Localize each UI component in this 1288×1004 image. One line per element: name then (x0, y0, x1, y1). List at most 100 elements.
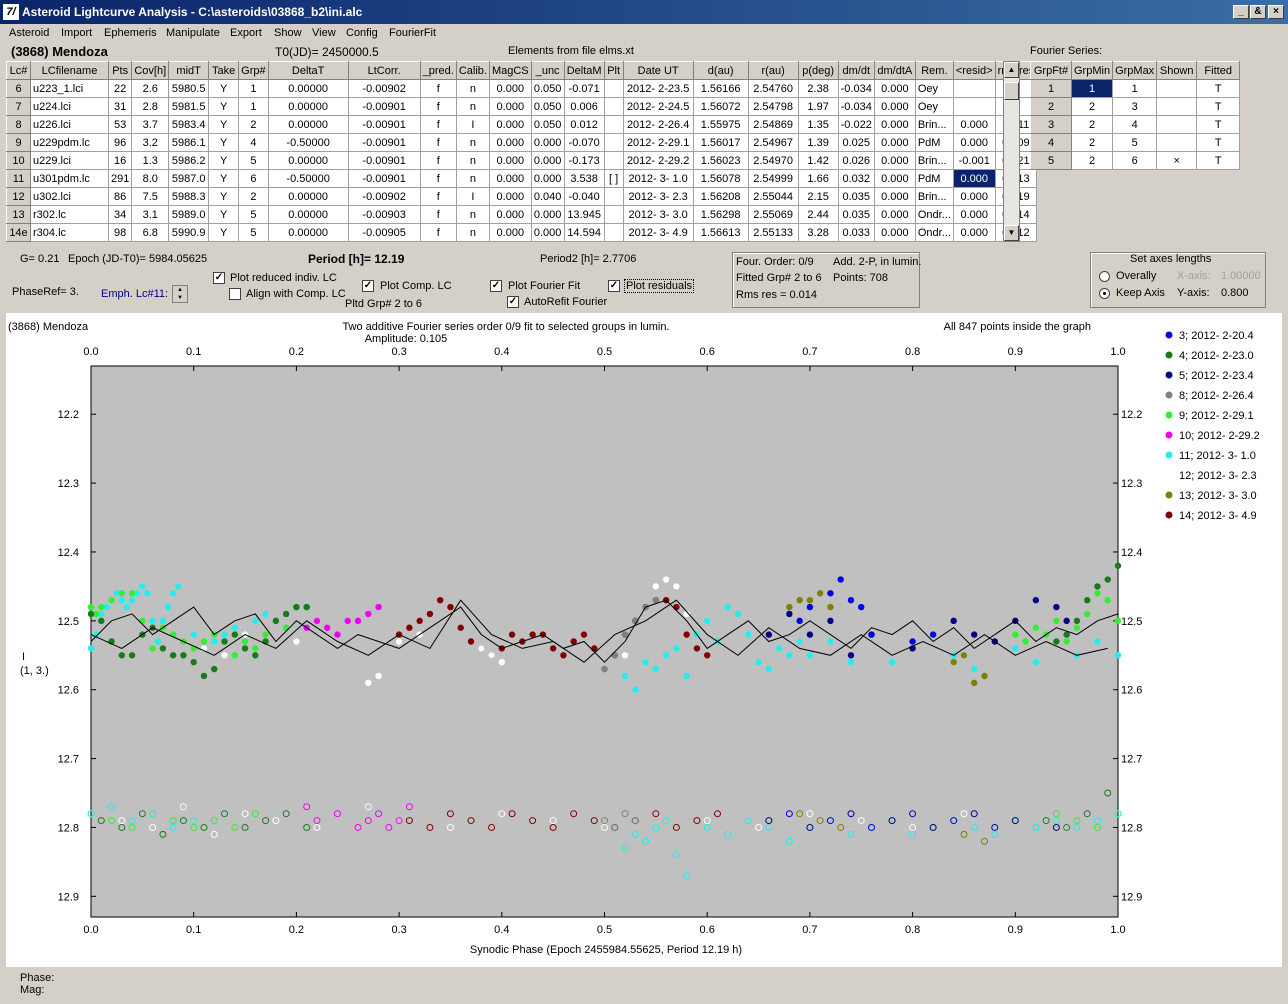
table-cell[interactable]: 5986.1 (168, 133, 210, 152)
table-cell[interactable]: -0.034 (837, 79, 875, 98)
table-cell[interactable]: Ondr... (914, 205, 954, 224)
table-cell[interactable]: 0.00000 (267, 115, 349, 134)
table-cell[interactable] (1156, 133, 1198, 152)
table-row[interactable]: 12 u302.lci 86 7.5 5988.3 Y 2 0.00000 -0.00902 f I… (6, 187, 1038, 206)
table-cell[interactable]: -0.00901 (347, 115, 421, 134)
lc-col-header[interactable]: Plt (603, 61, 624, 80)
lc-col-header[interactable]: DeltaT (267, 61, 349, 80)
close-button[interactable]: × (1268, 5, 1284, 19)
table-cell[interactable]: 6 (238, 169, 269, 188)
table-cell[interactable]: 5 (1112, 133, 1158, 152)
table-cell[interactable]: 0.050 (530, 115, 565, 134)
lc-col-header[interactable]: Take (208, 61, 240, 80)
table-cell[interactable]: Y (208, 205, 240, 224)
table-cell[interactable]: 2.55044 (747, 187, 799, 206)
table-cell[interactable]: 7 (6, 97, 31, 116)
table-cell[interactable]: -0.022 (837, 115, 875, 134)
table-cell[interactable]: -0.040 (563, 187, 605, 206)
lc-col-header[interactable]: r(au) (747, 61, 799, 80)
table-cell[interactable]: 0.000 (530, 151, 565, 170)
lc-col-header[interactable]: MagCS (488, 61, 532, 80)
table-cell[interactable]: 7.5 (131, 187, 170, 206)
table-cell[interactable]: 2 (1030, 97, 1072, 116)
table-cell[interactable]: 1.56208 (692, 187, 749, 206)
table-cell[interactable]: f (419, 205, 457, 224)
autorefit-checkbox[interactable]: ✓ (507, 296, 519, 308)
table-cell[interactable]: -0.00902 (347, 187, 421, 206)
table-cell[interactable] (952, 97, 996, 116)
table-cell[interactable]: 2.44 (797, 205, 839, 224)
table-cell[interactable]: 5989.0 (168, 205, 210, 224)
table-cell[interactable]: 1 (238, 79, 269, 98)
table-cell[interactable]: Y (208, 169, 240, 188)
table-row[interactable]: 7 u224.lci 31 2.8 5981.5 Y 1 0.00000 -0.00901 f n 0… (6, 97, 1038, 116)
table-cell[interactable]: -0.001 (952, 151, 996, 170)
table-row[interactable]: 324 T (1030, 115, 1241, 134)
table-cell[interactable]: 2.55133 (747, 223, 799, 242)
table-cell[interactable]: n (455, 205, 490, 224)
table-cell[interactable]: u224.lci (30, 97, 109, 116)
lc-col-header[interactable]: _pred. (419, 61, 457, 80)
table-cell[interactable]: 0.035 (837, 187, 875, 206)
table-cell[interactable]: 1.56017 (692, 133, 749, 152)
table-cell[interactable]: 1.42 (797, 151, 839, 170)
lc-col-header[interactable]: Rem. (914, 61, 954, 80)
table-cell[interactable]: Y (208, 151, 240, 170)
table-cell[interactable]: 11 (6, 169, 31, 188)
table-cell[interactable]: 1.56023 (692, 151, 749, 170)
table-cell[interactable]: 0.000 (873, 97, 916, 116)
table-row[interactable]: 13 r302.lc 34 3.1 5989.0 Y 5 0.00000 -0.00903 f n 0… (6, 205, 1038, 224)
lightcurve-graph[interactable]: (3868) Mendoza Two additive Fourier serie… (6, 313, 1282, 967)
table-cell[interactable]: -0.00901 (347, 97, 421, 116)
table-cell[interactable]: Brin... (914, 187, 954, 206)
table-cell[interactable]: -0.50000 (267, 133, 349, 152)
table-cell[interactable]: 22 (107, 79, 133, 98)
table-cell[interactable]: 14e (6, 223, 31, 242)
table-cell[interactable]: 31 (107, 97, 133, 116)
restore-button[interactable]: & (1250, 5, 1266, 19)
table-cell[interactable]: 0.000 (952, 187, 996, 206)
table-cell[interactable]: f (419, 97, 457, 116)
table-cell[interactable]: 2 (238, 187, 269, 206)
table-row[interactable]: 6 u223_1.lci 22 2.6 5980.5 Y 1 0.00000 -0.00902 f… (6, 79, 1038, 98)
table-cell[interactable]: Oey (914, 97, 954, 116)
table-cell[interactable]: T (1196, 115, 1241, 134)
table-cell[interactable]: 5 (238, 223, 269, 242)
table-cell[interactable]: 0.000 (873, 79, 916, 98)
table-cell[interactable]: Y (208, 133, 240, 152)
table-cell[interactable]: Oey (914, 79, 954, 98)
table-cell[interactable]: 1.56078 (692, 169, 749, 188)
table-cell[interactable]: 2012- 3- 4.9 (622, 223, 694, 242)
table-cell[interactable]: -0.00901 (347, 169, 421, 188)
table-cell[interactable]: 5983.4 (168, 115, 210, 134)
lc-col-header[interactable]: <resid> (952, 61, 996, 80)
table-cell[interactable]: 2012- 2-29.2 (622, 151, 694, 170)
table-cell[interactable]: T (1196, 151, 1241, 170)
table-cell[interactable]: 2 (1070, 97, 1114, 116)
table-cell[interactable]: 0.000 (488, 133, 532, 152)
table-cell[interactable]: 0.000 (530, 169, 565, 188)
table-cell[interactable]: -0.173 (563, 151, 605, 170)
table-cell[interactable]: T (1196, 97, 1241, 116)
table-cell[interactable]: 98 (107, 223, 133, 242)
lc-col-header[interactable]: dm/dt (837, 61, 875, 80)
table-cell[interactable]: T (1196, 79, 1241, 98)
table-cell[interactable]: 0.000 (873, 133, 916, 152)
table-cell[interactable] (603, 205, 624, 224)
menu-manipulate[interactable]: Manipulate (166, 27, 220, 39)
table-cell[interactable]: 0.040 (530, 187, 565, 206)
table-cell[interactable]: u302.lci (30, 187, 109, 206)
table-cell[interactable]: 0.000 (952, 205, 996, 224)
table-row[interactable]: 14e r304.lc 98 6.8 5990.9 Y 5 0.00000 -0.00905 f n… (6, 223, 1038, 242)
table-cell[interactable] (603, 97, 624, 116)
table-cell[interactable]: n (455, 151, 490, 170)
table-cell[interactable]: 14.594 (563, 223, 605, 242)
table-cell[interactable]: 2 (1070, 151, 1114, 170)
table-cell[interactable]: n (455, 79, 490, 98)
table-cell[interactable]: 0.025 (837, 133, 875, 152)
table-cell[interactable]: × (1156, 151, 1198, 170)
table-cell[interactable]: 5990.9 (168, 223, 210, 242)
period2-value[interactable]: Period2 [h]= 2.7706 (540, 253, 636, 265)
table-cell[interactable]: 2012- 3- 3.0 (622, 205, 694, 224)
lc-col-header[interactable]: Lc# (6, 61, 31, 80)
